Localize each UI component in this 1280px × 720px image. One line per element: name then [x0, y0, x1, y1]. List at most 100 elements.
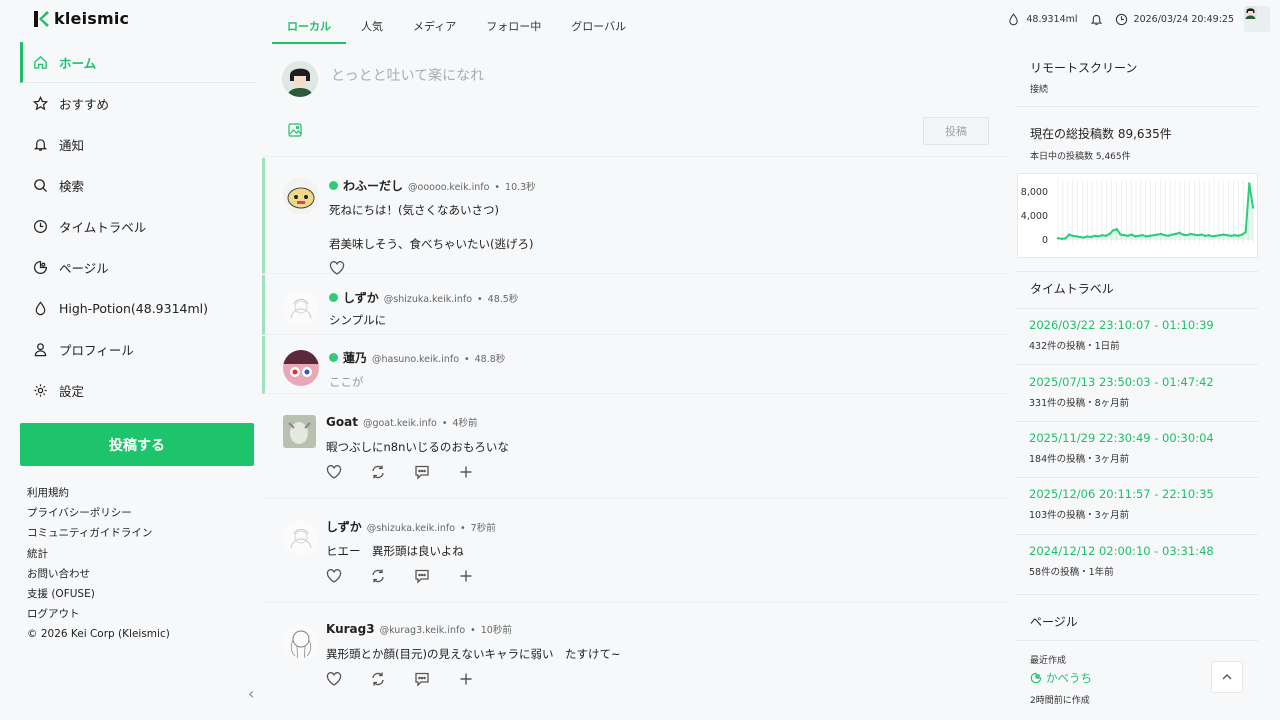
- repost-icon[interactable]: [370, 671, 386, 687]
- post-handle[interactable]: @shizuka.keik.info: [384, 294, 472, 305]
- sidebar-item-potion[interactable]: High-Potion(48.9314ml): [20, 288, 256, 329]
- pagel-item-name[interactable]: かべうち: [1046, 670, 1092, 686]
- timetravel-entry[interactable]: 2025/07/13 23:50:03 - 01:47:42 331件の投稿・8…: [1029, 375, 1214, 409]
- post-author[interactable]: しずか: [326, 518, 362, 535]
- sidebar-item-search[interactable]: 検索: [20, 165, 256, 206]
- post-handle[interactable]: @shizuka.keik.info: [367, 523, 455, 534]
- divider: [1016, 477, 1258, 478]
- footer-link-support[interactable]: 支援 (OFUSE): [27, 584, 170, 604]
- tab-following[interactable]: フォロー中: [471, 12, 556, 44]
- post-time: 10秒前: [480, 625, 512, 636]
- post-author[interactable]: Kurag3: [326, 622, 375, 636]
- reply-icon[interactable]: [414, 464, 430, 480]
- post-handle[interactable]: @hasuno.keik.info: [372, 354, 459, 365]
- avatar[interactable]: [283, 520, 319, 556]
- avatar[interactable]: [283, 178, 319, 214]
- footer-link-logout[interactable]: ログアウト: [27, 604, 170, 624]
- heart-icon[interactable]: [326, 671, 342, 687]
- sidebar-item-home[interactable]: ホーム: [20, 42, 256, 83]
- timetravel-range[interactable]: 2024/12/12 02:00:10 - 03:31:48: [1029, 544, 1214, 558]
- repost-icon[interactable]: [370, 568, 386, 584]
- tab-media[interactable]: メディア: [398, 12, 471, 44]
- submit-post-button[interactable]: 投稿: [923, 117, 989, 145]
- post-author[interactable]: 蓮乃: [343, 349, 367, 366]
- today-posts: 本日中の投稿数 5,465件: [1030, 152, 1131, 162]
- footer-link-stats[interactable]: 統計: [27, 544, 170, 564]
- plus-icon[interactable]: [458, 671, 474, 687]
- sidebar-item-pagel[interactable]: ページル: [20, 247, 256, 288]
- chart-point: [1174, 232, 1177, 236]
- timetravel-range[interactable]: 2025/12/06 20:11:57 - 22:10:35: [1029, 487, 1214, 501]
- repost-icon[interactable]: [370, 464, 386, 480]
- bell-icon[interactable]: [1090, 13, 1103, 26]
- sidebar-item-settings[interactable]: 設定: [20, 370, 256, 411]
- timetravel-entry[interactable]: 2026/03/22 23:10:07 - 01:10:39 432件の投稿・1…: [1029, 318, 1214, 352]
- avatar[interactable]: [283, 415, 316, 448]
- heart-icon[interactable]: [326, 464, 342, 480]
- tab-local[interactable]: ローカル: [272, 12, 346, 44]
- heart-icon[interactable]: [329, 260, 345, 276]
- post-separator: •: [494, 182, 501, 193]
- timetravel-entry[interactable]: 2024/12/12 02:00:10 - 03:31:48 58件の投稿・1年…: [1029, 544, 1214, 578]
- posts-chart-svg: 8,000 4,000 0: [1021, 180, 1255, 246]
- sidebar-item-profile[interactable]: プロフィール: [20, 329, 256, 370]
- scroll-to-top-button[interactable]: [1211, 661, 1243, 693]
- timetravel-meta: 432件の投稿・1日前: [1029, 341, 1120, 352]
- chart-point: [1163, 234, 1166, 237]
- sidebar-item-notifications[interactable]: 通知: [20, 124, 256, 165]
- post-author[interactable]: Goat: [326, 415, 358, 429]
- chart-point: [1222, 233, 1225, 236]
- chart-point: [1237, 234, 1240, 237]
- remote-screen-status: 接続: [1030, 85, 1049, 95]
- chart-point: [1185, 234, 1188, 237]
- avatar[interactable]: [283, 624, 319, 660]
- divider: [1016, 421, 1258, 422]
- timetravel-range[interactable]: 2026/03/22 23:10:07 - 01:10:39: [1029, 318, 1214, 332]
- reply-icon[interactable]: [414, 568, 430, 584]
- chart-point: [1215, 234, 1218, 237]
- post-text: ヒエー 異形頭は良いよね: [326, 544, 464, 558]
- tab-global[interactable]: グローバル: [556, 12, 641, 44]
- footer-link-guidelines[interactable]: コミュニティガイドライン: [27, 523, 170, 543]
- chart-point: [1130, 233, 1133, 236]
- chart-point: [1123, 234, 1126, 237]
- pagel-item[interactable]: かべうち: [1030, 670, 1092, 686]
- logo[interactable]: kleismic: [32, 9, 129, 28]
- heart-icon[interactable]: [326, 568, 342, 584]
- avatar[interactable]: [283, 290, 319, 326]
- plus-icon[interactable]: [458, 568, 474, 584]
- chart-point: [1078, 235, 1082, 239]
- chart-point: [1170, 233, 1174, 236]
- tab-popular[interactable]: 人気: [346, 12, 398, 44]
- post-actions: [326, 568, 474, 584]
- plus-icon[interactable]: [458, 464, 474, 480]
- image-attach-icon[interactable]: [288, 123, 302, 137]
- footer-link-privacy[interactable]: プライバシーポリシー: [27, 503, 170, 523]
- timetravel-range[interactable]: 2025/07/13 23:50:03 - 01:47:42: [1029, 375, 1214, 389]
- timetravel-entry[interactable]: 2025/12/06 20:11:57 - 22:10:35 103件の投稿・3…: [1029, 487, 1214, 521]
- sidebar-item-timetravel[interactable]: タイムトラベル: [20, 206, 256, 247]
- compose-post-button[interactable]: 投稿する: [20, 423, 254, 466]
- collapse-sidebar-icon[interactable]: ‹: [248, 684, 254, 703]
- reply-icon[interactable]: [414, 671, 430, 687]
- post-handle[interactable]: @kurag3.keik.info: [380, 625, 466, 636]
- footer-link-contact[interactable]: お問い合わせ: [27, 564, 170, 584]
- post-handle[interactable]: @ooooo.keik.info: [408, 182, 489, 193]
- post-author[interactable]: わふーだし: [343, 177, 403, 194]
- logo-text: kleismic: [54, 9, 130, 28]
- post-handle[interactable]: @goat.keik.info: [363, 418, 437, 429]
- avatar[interactable]: [283, 350, 319, 386]
- timetravel-meta: 103件の投稿・3ヶ月前: [1029, 510, 1130, 521]
- sidebar-item-recommend[interactable]: おすすめ: [20, 83, 256, 124]
- composer-input[interactable]: とっとと吐いて楽になれ: [331, 65, 484, 85]
- current-datetime: 2026/03/24 20:49:25: [1133, 13, 1234, 25]
- timetravel-entry[interactable]: 2025/11/29 22:30:49 - 00:30:04 184件の投稿・3…: [1029, 431, 1214, 465]
- gear-icon: [34, 384, 47, 397]
- user-avatar[interactable]: [1244, 6, 1270, 32]
- post-time: 7秒前: [470, 523, 496, 534]
- copyright: © 2026 Kei Corp (Kleismic): [27, 628, 170, 641]
- post-author[interactable]: しずか: [343, 289, 379, 306]
- footer-link-terms[interactable]: 利用規約: [27, 483, 170, 503]
- timetravel-range[interactable]: 2025/11/29 22:30:49 - 00:30:04: [1029, 431, 1214, 445]
- chart-point: [1119, 233, 1122, 236]
